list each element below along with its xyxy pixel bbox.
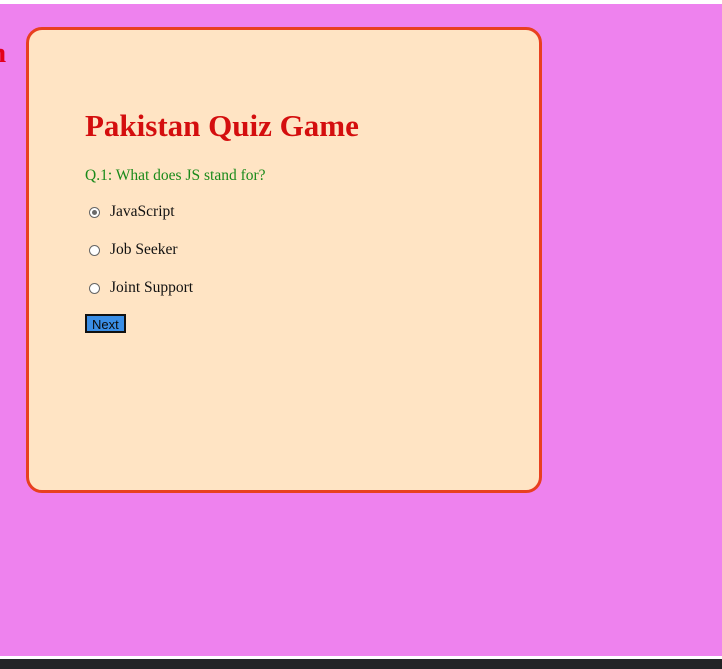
option-radio-joint-support[interactable] [89, 282, 100, 294]
option-radio-javascript[interactable] [89, 206, 100, 218]
quiz-card: Pakistan Quiz Game Q.1: What does JS sta… [26, 27, 542, 493]
next-button[interactable]: Next [85, 314, 126, 333]
option-job-seeker[interactable]: Job Seeker [89, 241, 178, 259]
browser-top-strip [0, 0, 722, 4]
option-label: Joint Support [110, 279, 194, 296]
taskbar [0, 659, 722, 669]
option-radio-job-seeker[interactable] [89, 244, 100, 256]
option-joint-support[interactable]: Joint Support [89, 279, 193, 297]
cut-off-heading: n [0, 36, 14, 70]
option-javascript[interactable]: JavaScript [89, 203, 175, 221]
question-text: Q.1: What does JS stand for? [85, 167, 266, 184]
quiz-title: Pakistan Quiz Game [85, 108, 359, 143]
option-label: JavaScript [110, 203, 175, 220]
option-label: Job Seeker [110, 241, 178, 258]
